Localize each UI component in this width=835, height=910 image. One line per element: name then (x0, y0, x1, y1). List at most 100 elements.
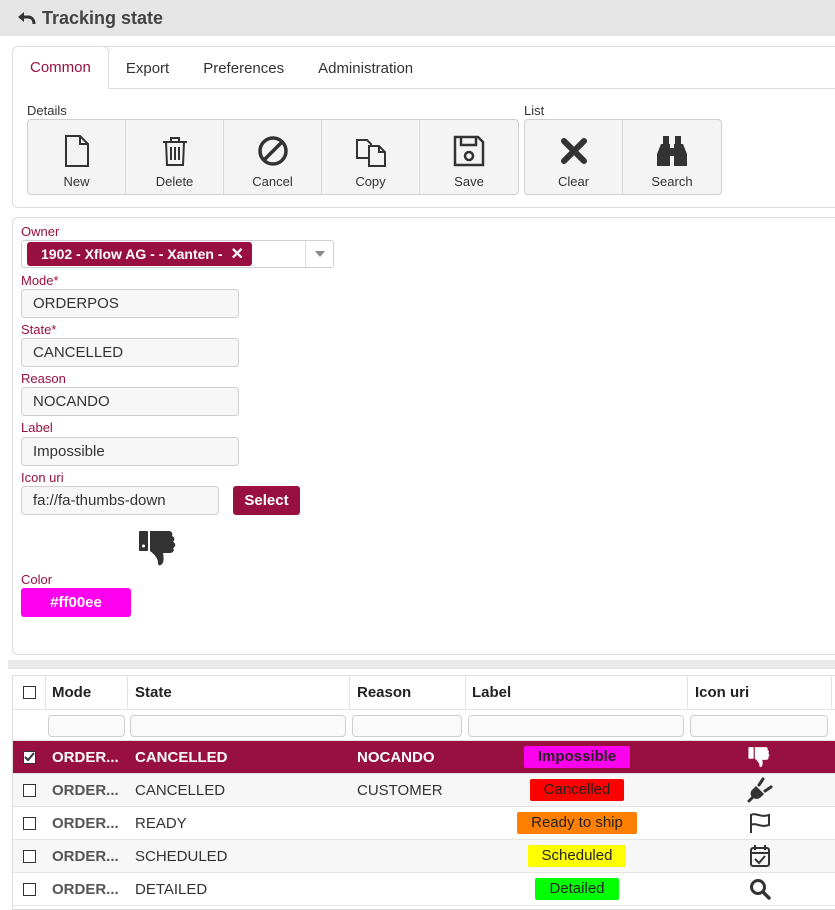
owner-chip-text: 1902 - Xflow AG - - Xanten - (41, 246, 223, 262)
cell-state: READY (135, 814, 187, 832)
cell-reason (350, 807, 466, 839)
cell-mode: ORDER... (52, 847, 119, 865)
cell-mode: ORDER... (52, 814, 119, 832)
list-group-label: List (524, 103, 545, 118)
cell-reason (350, 873, 466, 905)
cell-icon-uri (688, 873, 832, 905)
binoculars-icon (657, 136, 687, 166)
new-button[interactable]: New (28, 120, 126, 194)
table-row[interactable]: ORDER... CANCELLED CUSTOMER Cancelled (13, 774, 835, 807)
select-all-checkbox[interactable] (22, 686, 36, 699)
col-header-reason[interactable]: Reason (350, 676, 466, 709)
flag-icon (748, 812, 772, 834)
cell-state: SCHEDULED (135, 847, 228, 865)
splitter[interactable] (8, 660, 835, 669)
row-checkbox-cell[interactable] (13, 807, 46, 839)
search-button-label: Search (651, 174, 693, 189)
plug-icon (747, 777, 773, 803)
tab-bar: Common Export Preferences Administration (12, 46, 835, 89)
color-swatch[interactable]: #ff00ee (21, 588, 131, 617)
select-all-checkbox-cell[interactable] (13, 676, 46, 709)
remove-chip-icon[interactable]: ✕ (231, 244, 244, 264)
select-icon-button[interactable]: Select (233, 486, 300, 515)
toolbar-panel: Common Export Preferences Administration… (12, 46, 835, 208)
mode-field[interactable]: ORDERPOS (21, 289, 239, 318)
row-checkbox[interactable] (23, 816, 36, 830)
label-badge: Ready to ship (517, 812, 637, 834)
chevron-down-icon[interactable] (305, 241, 333, 267)
table-row[interactable]: ORDER... CANCELLED NOCANDO Impossible (13, 741, 835, 774)
cell-icon-uri (688, 741, 832, 773)
clear-button[interactable]: Clear (525, 120, 623, 194)
row-checkbox-cell[interactable] (13, 774, 46, 806)
state-label: State* (21, 322, 57, 337)
title-bar: Tracking state (0, 0, 835, 36)
cell-state: CANCELLED (135, 781, 226, 799)
list-button-group: Clear Search (524, 119, 722, 195)
thumbs-down-icon (139, 531, 176, 566)
save-icon (453, 135, 485, 167)
cell-state: DETAILED (135, 880, 208, 898)
row-checkbox-cell[interactable] (13, 741, 46, 773)
tab-administration[interactable]: Administration (301, 47, 430, 89)
row-checkbox-cell[interactable] (13, 873, 46, 905)
cancel-button[interactable]: Cancel (224, 120, 322, 194)
reason-field[interactable]: NOCANDO (21, 387, 239, 416)
row-checkbox-cell[interactable] (13, 840, 46, 872)
grid-filter-row (13, 710, 835, 741)
cell-reason (350, 840, 466, 872)
tab-export[interactable]: Export (109, 47, 186, 89)
row-checkbox[interactable] (23, 783, 36, 797)
col-header-label[interactable]: Label (466, 676, 688, 709)
cell-mode: ORDER... (52, 880, 119, 898)
owner-chip: 1902 - Xflow AG - - Xanten - ✕ (27, 242, 252, 266)
row-checkbox[interactable] (23, 882, 36, 896)
copy-button[interactable]: Copy (322, 120, 420, 194)
delete-button[interactable]: Delete (126, 120, 224, 194)
state-field[interactable]: CANCELLED (21, 338, 239, 367)
col-header-state[interactable]: State (128, 676, 350, 709)
table-row[interactable]: ORDER... READY Ready to ship (13, 807, 835, 840)
grid-header-row: Mode State Reason Label Icon uri (13, 676, 835, 710)
cell-reason: NOCANDO (357, 748, 435, 766)
filter-state-input[interactable] (130, 715, 346, 737)
icon-uri-field[interactable]: fa://fa-thumbs-down (21, 486, 219, 515)
tab-preferences[interactable]: Preferences (186, 47, 301, 89)
cell-label: Impossible (466, 741, 688, 773)
icon-uri-label: Icon uri (21, 470, 64, 485)
col-header-mode[interactable]: Mode (46, 676, 128, 709)
label-field[interactable]: Impossible (21, 437, 239, 466)
new-button-label: New (63, 174, 90, 189)
search-button[interactable]: Search (623, 120, 721, 194)
row-checkbox[interactable] (23, 750, 36, 764)
filter-reason-input[interactable] (352, 715, 462, 737)
mode-label: Mode* (21, 273, 59, 288)
cell-label: Detailed (466, 873, 688, 905)
cell-label: Scheduled (466, 840, 688, 872)
cell-state: CANCELLED (135, 748, 228, 766)
cell-icon-uri (688, 807, 832, 839)
label-label: Label (21, 420, 53, 435)
reason-label: Reason (21, 371, 66, 386)
save-button[interactable]: Save (420, 120, 518, 194)
col-header-icon-uri[interactable]: Icon uri (688, 676, 832, 709)
tab-common[interactable]: Common (12, 46, 109, 89)
back-arrow-icon[interactable] (16, 8, 36, 28)
delete-button-label: Delete (155, 174, 194, 189)
filter-mode-input[interactable] (48, 715, 125, 737)
trash-icon (162, 137, 187, 166)
filter-icon-uri-input[interactable] (690, 715, 828, 737)
filter-label-input[interactable] (468, 715, 684, 737)
label-badge: Scheduled (527, 845, 627, 867)
save-button-label: Save (454, 174, 484, 189)
new-file-icon (64, 135, 89, 167)
table-row[interactable]: ORDER... DETAILED Detailed (13, 873, 835, 906)
ban-icon (257, 136, 288, 166)
owner-select[interactable]: 1902 - Xflow AG - - Xanten - ✕ (21, 240, 334, 268)
thumbs-down-icon (748, 746, 772, 768)
detail-form: Owner 1902 - Xflow AG - - Xanten - ✕ Mod… (12, 217, 835, 655)
row-checkbox[interactable] (23, 849, 36, 863)
table-row[interactable]: ORDER... SCHEDULED Scheduled (13, 840, 835, 873)
details-group-label: Details (27, 103, 67, 118)
copy-icon (355, 139, 386, 167)
